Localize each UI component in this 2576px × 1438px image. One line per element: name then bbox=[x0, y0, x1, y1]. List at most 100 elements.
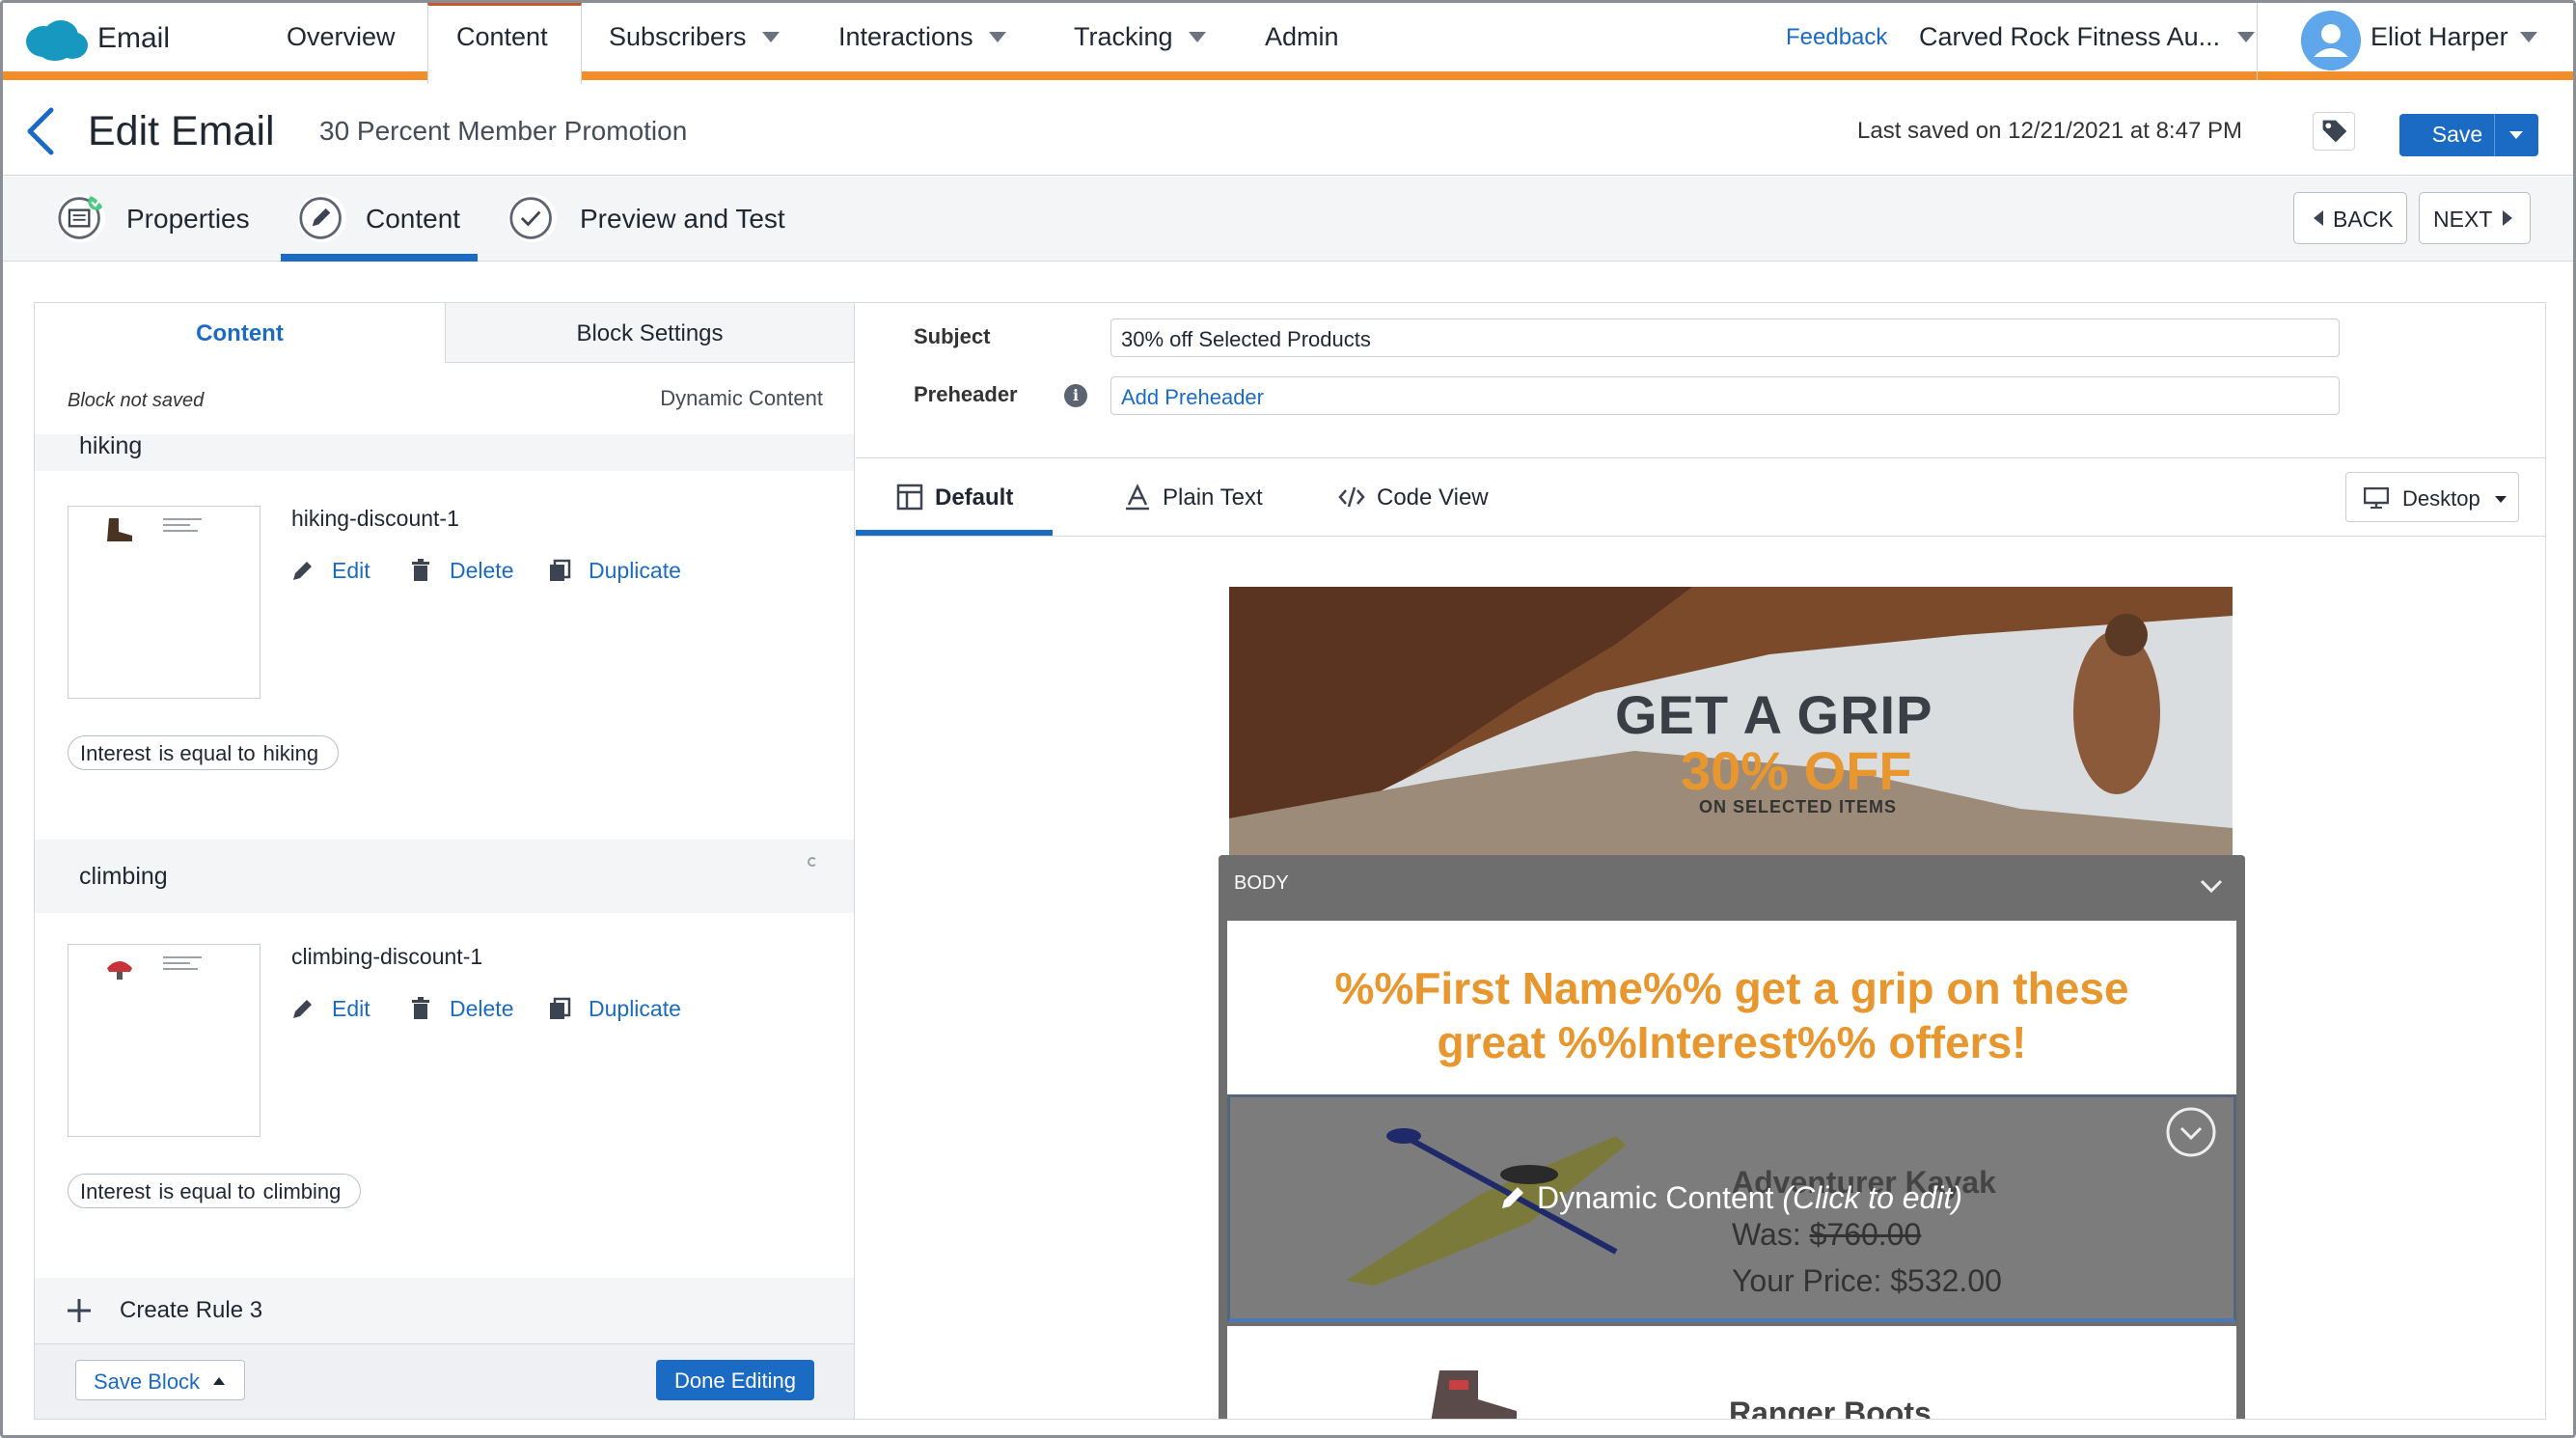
block-type-label: Dynamic Content bbox=[660, 386, 823, 410]
condition-field: Interest bbox=[80, 1179, 151, 1203]
rule-name: hiking bbox=[79, 432, 143, 459]
tab-plain-text[interactable]: Plain Text bbox=[1124, 484, 1263, 512]
tab-plain-text-label: Plain Text bbox=[1163, 484, 1263, 511]
page-header: Edit Email 30 Percent Member Promotion L… bbox=[3, 89, 2573, 176]
nav-subscribers-label: Subscribers bbox=[609, 22, 747, 51]
chevron-down-icon bbox=[2519, 32, 2537, 42]
tab-default-label: Default bbox=[935, 484, 1014, 511]
app-name[interactable]: Email bbox=[97, 22, 170, 55]
info-icon[interactable]: i bbox=[1064, 384, 1087, 407]
editor-view-tabs: Default Plain Text Code View Desktop bbox=[856, 457, 2545, 537]
text-icon bbox=[1126, 484, 1149, 511]
active-tab-indicator bbox=[856, 530, 1053, 536]
edit-label: Edit bbox=[332, 996, 370, 1021]
nav-subscribers[interactable]: Subscribers bbox=[609, 22, 780, 52]
variant-thumbnail[interactable] bbox=[68, 944, 260, 1137]
tag-icon bbox=[2322, 120, 2347, 143]
last-saved-text: Last saved on 12/21/2021 at 8:47 PM bbox=[1857, 118, 2242, 144]
edit-label: Edit bbox=[332, 558, 370, 583]
nav-content-label: Content bbox=[456, 22, 548, 51]
thumb-text-line bbox=[163, 956, 202, 958]
checkmark-icon bbox=[508, 194, 557, 242]
feedback-link[interactable]: Feedback bbox=[1786, 24, 1887, 51]
dynamic-content-block[interactable]: Adventurer Kayak Was: $760.00 Your Price… bbox=[1227, 1094, 2236, 1322]
rule-condition-pill[interactable]: Interest is equal to climbing bbox=[68, 1174, 362, 1208]
device-selector[interactable]: Desktop bbox=[2345, 472, 2519, 522]
nav-tracking[interactable]: Tracking bbox=[1074, 22, 1206, 52]
org-switcher[interactable]: Carved Rock Fitness Au... bbox=[1919, 22, 2256, 52]
back-button-label: BACK bbox=[2333, 207, 2394, 232]
salesforce-cloud-logo[interactable] bbox=[22, 18, 90, 63]
pencil-icon bbox=[293, 562, 312, 580]
chevron-down-icon bbox=[2495, 496, 2507, 503]
user-name: Eliot Harper bbox=[2370, 22, 2508, 51]
step-preview-label: Preview and Test bbox=[580, 204, 785, 234]
page-title: Edit Email bbox=[88, 108, 275, 154]
pencil-icon bbox=[293, 1000, 312, 1018]
caret-left-icon bbox=[2314, 210, 2323, 226]
condition-operator: is equal to bbox=[158, 741, 256, 765]
desktop-icon bbox=[2364, 487, 2389, 509]
caret-up-icon bbox=[213, 1377, 225, 1385]
body-section-header[interactable]: BODY bbox=[1219, 855, 2245, 915]
nav-interactions[interactable]: Interactions bbox=[838, 22, 1006, 52]
nav-overview[interactable]: Overview bbox=[287, 22, 396, 52]
top-navigation: Email Overview Content Subscribers Inter… bbox=[3, 3, 2573, 84]
tab-content[interactable]: Content bbox=[35, 303, 445, 363]
duplicate-label: Duplicate bbox=[589, 996, 681, 1021]
chevron-down-circle-icon[interactable] bbox=[2166, 1107, 2216, 1157]
create-rule-button[interactable]: Create Rule 3 bbox=[35, 1278, 854, 1343]
delete-link[interactable]: Delete bbox=[409, 558, 513, 584]
preheader-input[interactable]: Add Preheader bbox=[1110, 376, 2340, 415]
rule-header-climbing[interactable]: climbing bbox=[35, 840, 854, 913]
nav-admin[interactable]: Admin bbox=[1265, 22, 1339, 52]
user-menu[interactable]: Eliot Harper bbox=[2370, 22, 2537, 52]
save-block-button[interactable]: Save Block bbox=[75, 1360, 245, 1400]
layout-icon bbox=[896, 484, 923, 511]
back-button[interactable]: BACK bbox=[2293, 192, 2407, 244]
dynamic-content-overlay[interactable]: Dynamic Content (Click to edit) bbox=[1500, 1180, 1962, 1216]
duplicate-link[interactable]: Duplicate bbox=[548, 996, 681, 1022]
nav-divider bbox=[2257, 3, 2258, 80]
tab-default[interactable]: Default bbox=[896, 484, 1013, 512]
chevron-down-icon bbox=[1188, 32, 1206, 42]
rule-condition-pill[interactable]: Interest is equal to hiking bbox=[68, 735, 340, 770]
pencil-icon bbox=[1502, 1187, 1523, 1208]
condition-value: climbing bbox=[262, 1179, 342, 1203]
greeting-text-block[interactable]: %%First Name%% get a grip on these great… bbox=[1227, 921, 2236, 1094]
chevron-down-icon bbox=[761, 32, 780, 42]
trash-icon bbox=[412, 559, 429, 581]
edit-link[interactable]: Edit bbox=[291, 996, 370, 1022]
delete-label: Delete bbox=[450, 996, 514, 1021]
tab-block-settings[interactable]: Block Settings bbox=[445, 303, 854, 363]
tab-code-view[interactable]: Code View bbox=[1338, 484, 1489, 512]
boot-image bbox=[1431, 1370, 1517, 1419]
duplicate-icon bbox=[550, 997, 571, 1019]
caret-right-icon bbox=[2503, 210, 2512, 226]
subject-input[interactable]: 30% off Selected Products bbox=[1110, 318, 2340, 357]
thumb-text-line bbox=[163, 968, 198, 970]
hero-banner[interactable]: GET A GRIP 30% OFF ON SELECTED ITEMS bbox=[1229, 587, 2233, 863]
active-step-indicator bbox=[281, 254, 478, 262]
next-product-block[interactable]: Ranger Boots bbox=[1227, 1326, 2236, 1419]
tag-button[interactable] bbox=[2313, 112, 2355, 151]
helmet-thumbnail-image bbox=[107, 961, 132, 980]
delete-link[interactable]: Delete bbox=[409, 996, 513, 1022]
edit-link[interactable]: Edit bbox=[291, 558, 370, 584]
properties-icon bbox=[57, 194, 105, 242]
was-label: Was: bbox=[1732, 1217, 1801, 1252]
rule-header-hiking[interactable]: hiking bbox=[35, 432, 854, 471]
save-dropdown-icon[interactable] bbox=[2509, 131, 2523, 139]
chevron-down-icon[interactable] bbox=[2199, 876, 2224, 896]
variant-thumbnail[interactable] bbox=[68, 506, 260, 699]
duplicate-link[interactable]: Duplicate bbox=[548, 558, 681, 584]
back-chevron-icon[interactable] bbox=[22, 102, 57, 160]
save-button[interactable]: Save bbox=[2399, 114, 2538, 156]
greeting-line-2: great %%Interest%% offers! bbox=[1437, 1017, 2027, 1067]
nav-content[interactable]: Content bbox=[456, 22, 548, 52]
duplicate-icon bbox=[550, 559, 571, 581]
user-avatar-icon[interactable] bbox=[2301, 11, 2361, 70]
done-editing-button[interactable]: Done Editing bbox=[656, 1360, 814, 1400]
create-rule-label: Create Rule 3 bbox=[120, 1297, 263, 1323]
next-button[interactable]: NEXT bbox=[2419, 192, 2531, 244]
